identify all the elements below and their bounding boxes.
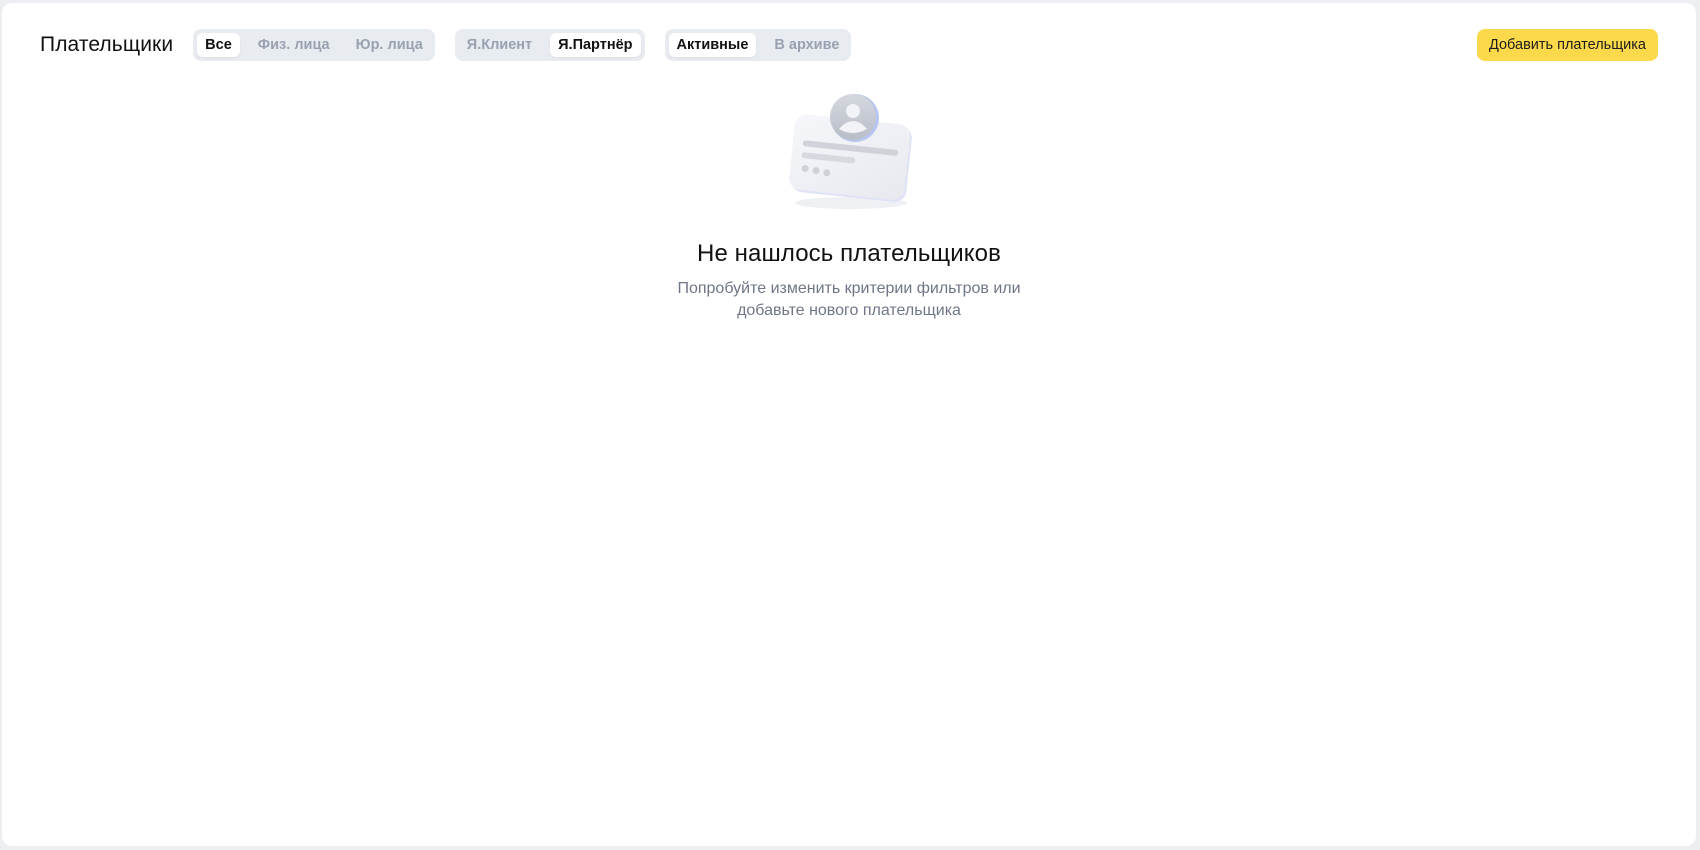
filter-archived[interactable]: В архиве — [766, 33, 847, 57]
payer-card-icon — [789, 94, 912, 209]
empty-state: Не нашлось плательщиков Попробуйте измен… — [2, 93, 1696, 322]
empty-state-subtitle: Попробуйте изменить критерии фильтров ил… — [677, 278, 1020, 322]
filter-ya-partner[interactable]: Я.Партнёр — [550, 33, 641, 57]
page-title: Плательщики — [40, 33, 174, 56]
empty-state-title: Не нашлось плательщиков — [697, 240, 1001, 267]
main-panel: Плательщики Все Физ. лица Юр. лица Я.Кли… — [2, 3, 1696, 846]
empty-state-subtitle-line-2: добавьте нового плательщика — [737, 302, 961, 319]
empty-state-subtitle-line-1: Попробуйте изменить критерии фильтров ил… — [677, 280, 1021, 297]
filter-individuals[interactable]: Физ. лица — [250, 33, 338, 57]
filter-active[interactable]: Активные — [668, 33, 757, 57]
add-payer-button[interactable]: Добавить плательщика — [1476, 29, 1658, 61]
page-header: Плательщики Все Физ. лица Юр. лица Я.Кли… — [40, 29, 1658, 61]
filter-ya-client[interactable]: Я.Клиент — [459, 33, 540, 57]
filter-all[interactable]: Все — [197, 33, 240, 57]
payer-type-filter: Все Физ. лица Юр. лица — [193, 29, 435, 61]
status-filter: Активные В архиве — [664, 29, 852, 61]
service-filter: Я.Клиент Я.Партнёр — [454, 29, 645, 61]
filter-legal-entities[interactable]: Юр. лица — [348, 33, 431, 57]
